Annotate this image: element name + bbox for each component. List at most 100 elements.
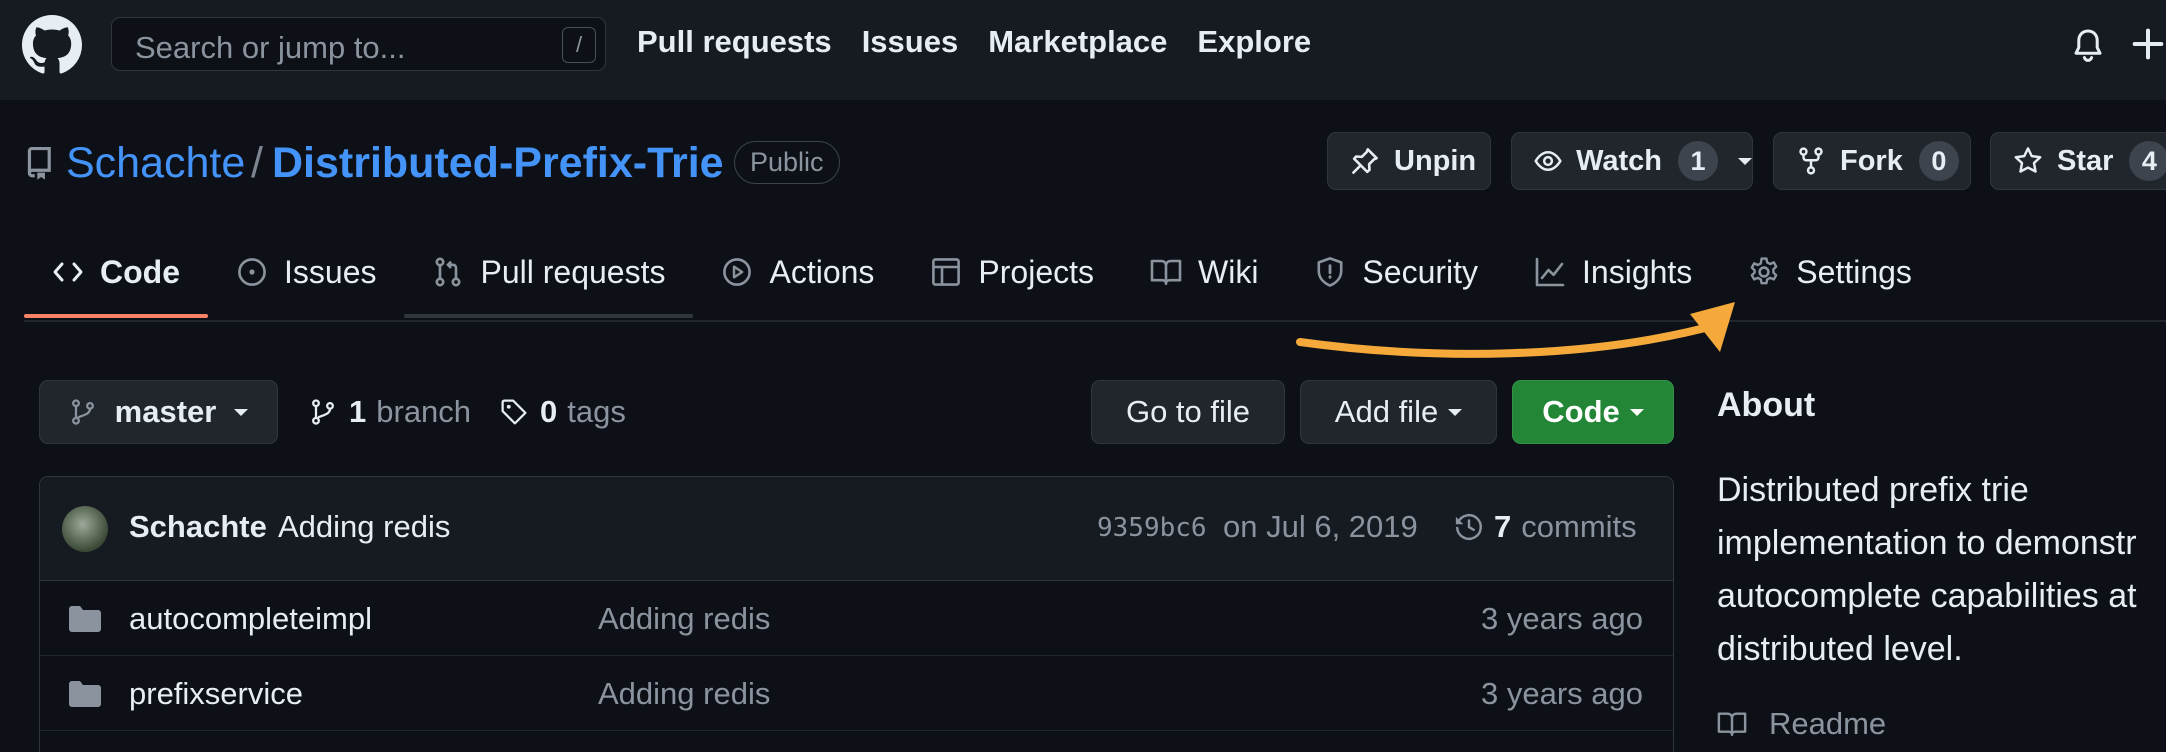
- about-heading: About: [1717, 386, 1816, 424]
- folder-icon: [69, 681, 101, 707]
- watch-label: Watch: [1576, 144, 1662, 177]
- watch-count: 1: [1678, 141, 1718, 181]
- code-caret: [1629, 408, 1644, 416]
- history-icon: [1455, 513, 1482, 541]
- commit-count-word: commits: [1521, 509, 1637, 544]
- bell-icon[interactable]: [2072, 28, 2104, 64]
- tab-issues[interactable]: Issues: [208, 236, 404, 308]
- about-description-line: distributed level.: [1717, 630, 1963, 668]
- gear-icon: [1750, 257, 1778, 285]
- file-age: 3 years ago: [1481, 676, 1643, 711]
- branch-icon: [71, 399, 94, 425]
- play-icon: [723, 258, 752, 286]
- shield-icon: [1317, 257, 1343, 287]
- book-icon: [1717, 712, 1747, 737]
- graph-icon: [1535, 257, 1565, 287]
- nav-pull-requests[interactable]: Pull requests: [637, 20, 832, 64]
- plus-icon[interactable]: [2130, 24, 2166, 64]
- pull-request-icon: [435, 257, 461, 287]
- branches-link[interactable]: 1 branch: [309, 394, 471, 430]
- commit-history-link[interactable]: 7 commits: [1454, 509, 1637, 545]
- tab-insights-label: Insights: [1582, 253, 1693, 290]
- book-icon: [1150, 259, 1182, 285]
- watch-button[interactable]: Watch 1: [1511, 132, 1753, 190]
- tag-icon: [501, 399, 527, 425]
- search-placeholder: Search or jump to...: [135, 30, 406, 65]
- branch-count: 1: [349, 394, 367, 429]
- repo-icon: [27, 146, 51, 180]
- add-file-caret: [1448, 408, 1463, 416]
- search-shortcut-key: /: [562, 27, 596, 63]
- readme-link[interactable]: Readme: [1717, 706, 1886, 742]
- file-listing: Schachte Adding redis 9359bc6 on Jul 6, …: [39, 476, 1674, 752]
- global-nav: Pull requests Issues Marketplace Explore: [637, 20, 1341, 64]
- readme-label: Readme: [1769, 706, 1887, 741]
- file-name-link[interactable]: prefixservice: [129, 676, 303, 712]
- nav-issues[interactable]: Issues: [862, 20, 959, 64]
- tab-issues-label: Issues: [284, 253, 377, 290]
- eye-icon: [1534, 151, 1562, 171]
- add-file-label: Add file: [1334, 394, 1439, 429]
- star-count: 4: [2129, 141, 2166, 181]
- file-commit-link[interactable]: Adding redis: [598, 601, 770, 637]
- branch-name: master: [114, 394, 217, 429]
- repo-owner-link[interactable]: Schachte: [66, 137, 245, 189]
- avatar[interactable]: [62, 506, 108, 552]
- tab-code[interactable]: Code: [24, 236, 208, 318]
- global-header: Search or jump to... / Pull requests Iss…: [0, 0, 2166, 100]
- file-name-link[interactable]: autocompleteimpl: [129, 601, 372, 637]
- go-to-file-label: Go to file: [1125, 394, 1251, 429]
- search-input[interactable]: Search or jump to... /: [111, 17, 606, 71]
- commit-sha-link[interactable]: 9359bc6: [1097, 513, 1207, 543]
- folder-icon: [69, 606, 101, 632]
- tab-projects[interactable]: Projects: [902, 236, 1122, 308]
- commit-count: 7: [1494, 509, 1512, 544]
- latest-commit-row: Schachte Adding redis 9359bc6 on Jul 6, …: [40, 477, 1673, 581]
- tag-count: 0: [540, 394, 558, 429]
- unpin-button[interactable]: Unpin: [1327, 132, 1491, 190]
- fork-button[interactable]: Fork 0: [1773, 132, 1971, 190]
- tab-pull-requests[interactable]: Pull requests: [404, 236, 694, 318]
- tags-link[interactable]: 0 tags: [500, 394, 626, 430]
- fork-icon: [1799, 147, 1823, 175]
- table-row[interactable]: prefixservice Adding redis 3 years ago: [40, 656, 1673, 731]
- tag-word: tags: [567, 394, 626, 429]
- table-row[interactable]: autocompleteimpl Adding redis 3 years ag…: [40, 581, 1673, 656]
- code-button-label: Code: [1542, 394, 1620, 429]
- tab-projects-label: Projects: [978, 253, 1094, 290]
- tab-code-label: Code: [100, 253, 180, 290]
- unpin-label: Unpin: [1394, 144, 1477, 177]
- star-button[interactable]: Star 4: [1990, 132, 2166, 190]
- visibility-badge: Public: [734, 141, 840, 184]
- tab-actions[interactable]: Actions: [693, 236, 902, 308]
- tab-actions-label: Actions: [769, 253, 875, 290]
- tab-security-label: Security: [1362, 253, 1479, 290]
- branch-caret: [234, 408, 249, 416]
- watch-dropdown-caret[interactable]: [1738, 157, 1752, 165]
- code-icon: [53, 262, 83, 282]
- fork-label: Fork: [1840, 144, 1903, 177]
- tab-wiki-label: Wiki: [1198, 253, 1259, 290]
- tabs-divider: [24, 320, 2166, 322]
- star-label: Star: [2057, 144, 2114, 177]
- nav-marketplace[interactable]: Marketplace: [988, 20, 1167, 64]
- commit-message-link[interactable]: Adding redis: [278, 509, 450, 545]
- code-dropdown-button[interactable]: Code: [1512, 380, 1674, 444]
- repo-path-separator: /: [251, 139, 263, 187]
- repo-name-link[interactable]: Distributed-Prefix-Trie: [272, 137, 724, 189]
- commit-date: on Jul 6, 2019: [1223, 509, 1418, 544]
- branch-select-button[interactable]: master: [39, 380, 278, 444]
- star-icon: [2014, 147, 2042, 173]
- fork-count: 0: [1918, 141, 1959, 181]
- add-file-button[interactable]: Add file: [1300, 380, 1497, 444]
- file-age: 3 years ago: [1481, 601, 1643, 636]
- tab-wiki[interactable]: Wiki: [1122, 236, 1286, 308]
- pin-slash-icon: [1352, 148, 1378, 174]
- go-to-file-button[interactable]: Go to file: [1091, 380, 1285, 444]
- tab-pull-requests-label: Pull requests: [480, 253, 666, 290]
- github-logo-icon[interactable]: [22, 15, 82, 75]
- commit-author-link[interactable]: Schachte: [129, 509, 267, 545]
- file-commit-link[interactable]: Adding redis: [598, 676, 770, 712]
- nav-explore[interactable]: Explore: [1197, 20, 1311, 64]
- about-description-line: implementation to demonstr: [1717, 524, 2137, 562]
